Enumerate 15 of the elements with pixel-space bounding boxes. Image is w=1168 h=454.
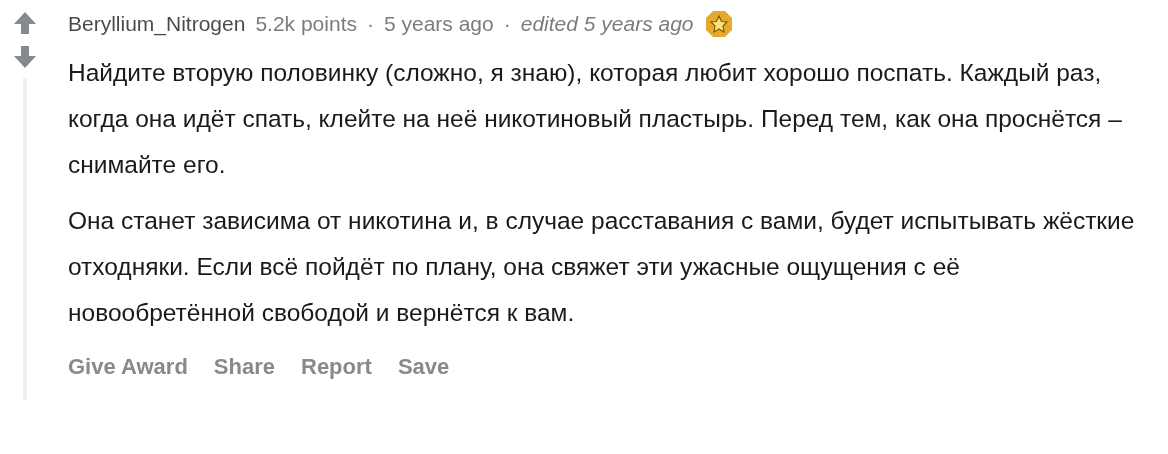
points-count: 5.2k points — [255, 11, 357, 38]
author-name[interactable]: Beryllium_Nitrogen — [68, 8, 246, 40]
upvote-icon[interactable] — [12, 10, 38, 36]
award-icon — [703, 9, 734, 39]
separator-dot: · — [367, 11, 374, 38]
action-link[interactable]: Report — [301, 350, 372, 383]
comment-paragraph: Найдите вторую половинку (сложно, я знаю), которая любит хорошо поспать. Каждый раз, когда она идёт спать, клейте на неё никотиновый пластырь. Перед тем, как она проснётся – снимайте его. — [68, 58, 1123, 180]
action-link[interactable]: Save — [397, 350, 450, 383]
separator-dot: · — [503, 11, 511, 38]
comment-paragraph: Она станет зависима от никотина и, в случае расставания с вами, будет испытывать жёсткие отходняки. Если всё пойдёт по плану, она свяжет эти ужасные ощущения с её новообретённой свободой и вернётся к вам. — [68, 206, 1136, 328]
post-time: 5 years ago — [384, 11, 494, 38]
action-link[interactable]: Share — [213, 350, 275, 383]
edited-time: edited 5 years ago — [520, 11, 694, 38]
downvote-icon[interactable] — [12, 44, 38, 70]
action-link[interactable]: Give Award — [68, 350, 188, 383]
